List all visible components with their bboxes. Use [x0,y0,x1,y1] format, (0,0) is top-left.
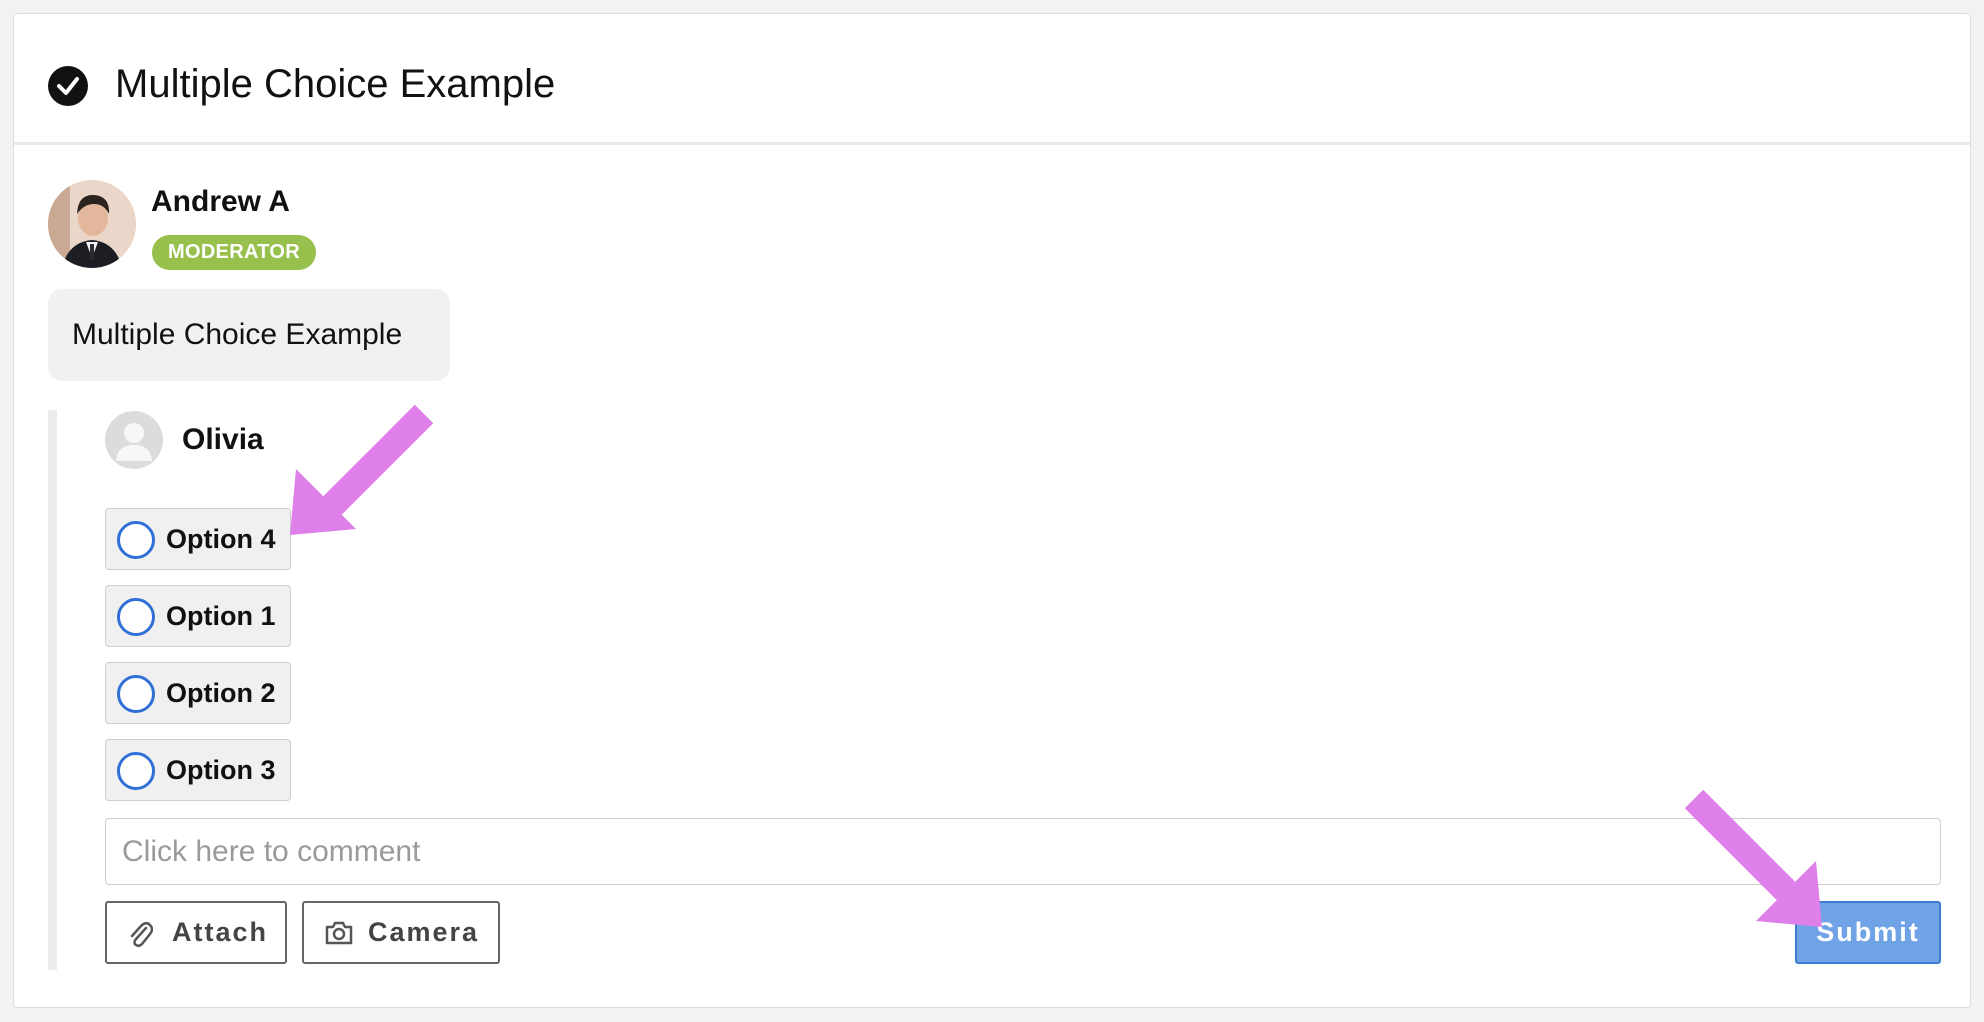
camera-icon [324,919,354,954]
radio-button[interactable] [117,598,155,636]
card-header: Multiple Choice Example [14,14,1970,145]
reply-author-name[interactable]: Olivia [182,422,264,458]
annotation-arrow-icon [290,404,434,535]
option-label: Option 3 [166,755,276,785]
attach-label: Attach [172,917,269,947]
camera-button[interactable]: Camera [302,901,500,964]
attach-button[interactable]: Attach [105,901,287,964]
option-label: Option 2 [166,678,276,708]
comment-input[interactable] [105,818,1941,885]
option-4[interactable]: Option 4 [105,508,291,570]
avatar[interactable] [48,180,136,268]
option-3[interactable]: Option 3 [105,739,291,801]
check-circle-icon [48,66,88,106]
camera-label: Camera [368,917,480,947]
moderator-badge: MODERATOR [152,235,316,270]
multiple-choice-card: Multiple Choice Example Andrew A MODERAT… [13,13,1971,1008]
option-1[interactable]: Option 1 [105,585,291,647]
paperclip-icon [127,919,154,956]
submit-button[interactable]: Submit [1795,901,1941,964]
user-avatar-icon[interactable] [105,411,163,469]
radio-button[interactable] [117,521,155,559]
option-label: Option 1 [166,601,276,631]
reply-thread-rail [48,410,57,970]
post-message: Multiple Choice Example [48,289,450,381]
option-label: Option 4 [166,524,276,554]
radio-button[interactable] [117,752,155,790]
author-name[interactable]: Andrew A [151,184,290,220]
page-title: Multiple Choice Example [115,62,556,106]
option-2[interactable]: Option 2 [105,662,291,724]
radio-button[interactable] [117,675,155,713]
